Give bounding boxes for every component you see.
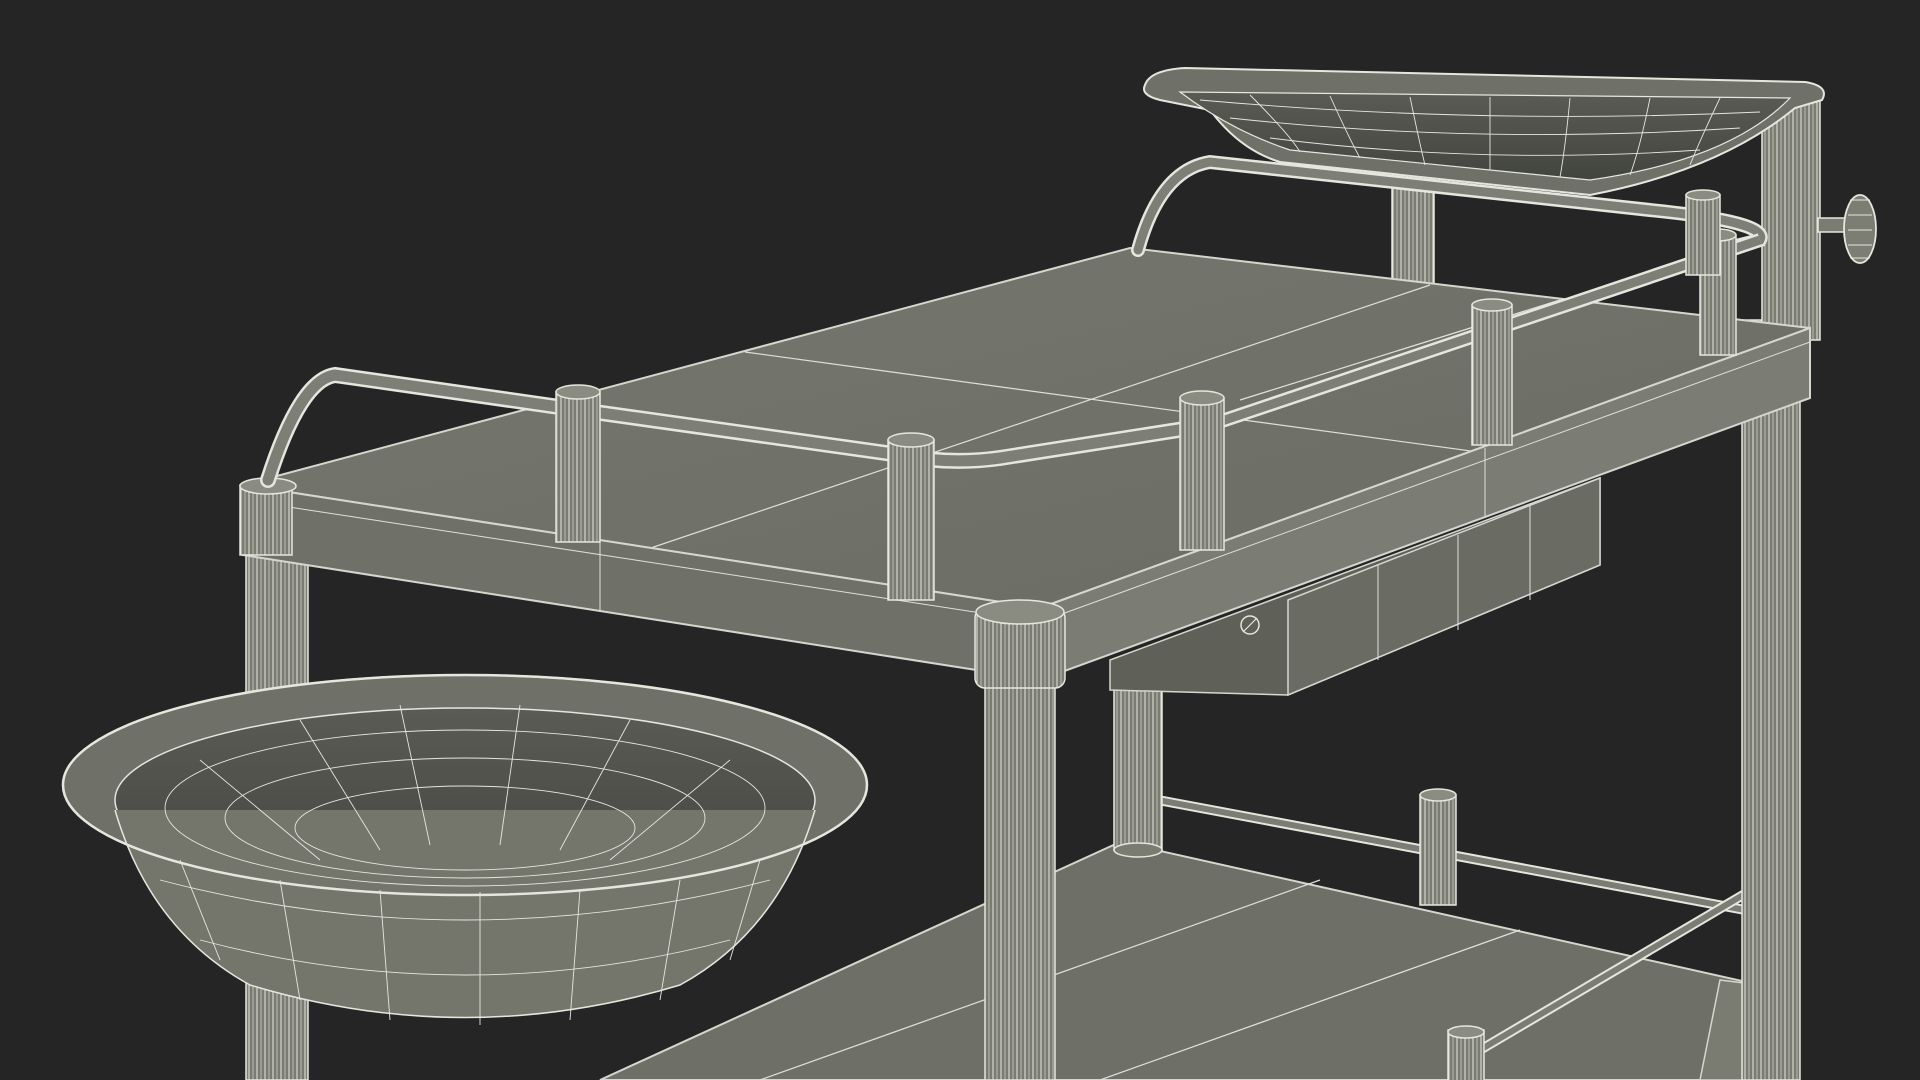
adjustment-knob — [1843, 194, 1877, 264]
rail-post-1 — [555, 384, 601, 543]
leg-front-right — [974, 599, 1066, 1080]
leg-right-rear — [1741, 319, 1801, 1080]
trolley-render — [61, 66, 1877, 1080]
instrument-tray — [1143, 66, 1825, 197]
rail-post-3 — [1179, 390, 1225, 551]
rail-post-2 — [887, 432, 935, 601]
rail-post-4 — [1471, 298, 1513, 446]
wash-basin — [61, 673, 869, 1025]
corner-front-left — [239, 477, 297, 556]
render-viewport — [0, 0, 1920, 1080]
